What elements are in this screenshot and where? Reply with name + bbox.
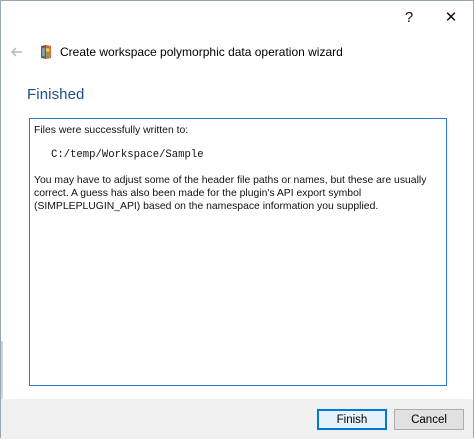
- message-intro: Files were successfully written to:: [34, 125, 189, 136]
- close-button[interactable]: ✕: [431, 1, 471, 33]
- wizard-title: Create workspace polymorphic data operat…: [60, 45, 343, 59]
- help-icon: ?: [404, 8, 414, 26]
- button-bar: Finish Cancel: [1, 399, 473, 439]
- page-heading: Finished: [27, 86, 85, 103]
- window-edge: [1, 341, 3, 401]
- summary-text-area[interactable]: Files were successfully written to: C:/t…: [29, 118, 447, 386]
- wizard-header: Create workspace polymorphic data operat…: [1, 33, 473, 75]
- cancel-button[interactable]: Cancel: [394, 409, 464, 430]
- close-icon: ✕: [444, 9, 458, 26]
- wizard-app-icon: [41, 45, 51, 59]
- finish-button[interactable]: Finish: [317, 409, 387, 430]
- output-path: C:/temp/Workspace/Sample: [51, 149, 204, 161]
- help-button[interactable]: ?: [389, 1, 429, 33]
- message-body: You may have to adjust some of the heade…: [34, 175, 427, 212]
- title-bar: ? ✕: [1, 1, 473, 33]
- back-arrow-icon[interactable]: [9, 44, 25, 60]
- wizard-dialog: ? ✕ Create workspace polymorphic data op…: [0, 0, 474, 439]
